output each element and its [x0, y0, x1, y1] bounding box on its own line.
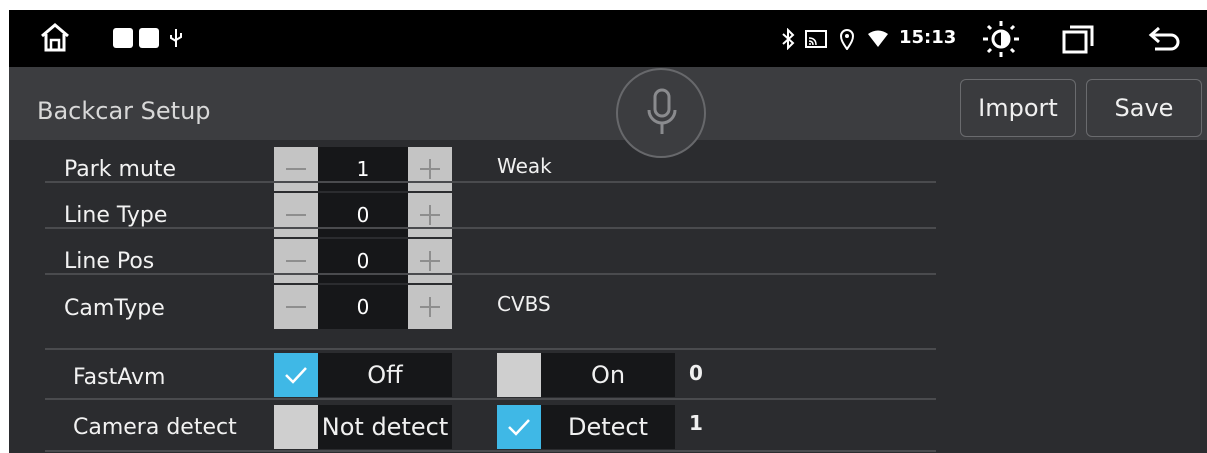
minus-icon	[286, 260, 306, 262]
notification-square-icon	[139, 28, 159, 48]
row-divider	[45, 227, 936, 229]
minus-icon	[286, 214, 306, 216]
option-label: Off	[318, 353, 452, 397]
fastavm-label: FastAvm	[73, 365, 166, 390]
camera-detect-label: Camera detect	[73, 415, 237, 440]
camera-detect-value: 1	[689, 411, 703, 435]
checkbox-checked[interactable]	[497, 405, 541, 449]
increment-button[interactable]	[408, 147, 452, 191]
plus-icon	[420, 251, 440, 271]
home-icon[interactable]	[38, 22, 72, 54]
cam-type-stepper: 0	[274, 285, 452, 329]
brightness-icon[interactable]	[982, 20, 1020, 58]
fastavm-value: 0	[689, 361, 703, 385]
fastavm-on-option[interactable]: On	[497, 353, 675, 397]
checkmark-icon	[285, 367, 307, 384]
line-pos-stepper: 0	[274, 239, 452, 283]
recent-apps-icon[interactable]	[1062, 24, 1094, 54]
decrement-button[interactable]	[274, 147, 318, 191]
status-bar: 15:13	[9, 10, 1207, 67]
park-mute-stepper: 1	[274, 147, 452, 191]
import-button[interactable]: Import	[960, 79, 1076, 137]
checkmark-icon	[508, 419, 530, 436]
back-icon[interactable]	[1147, 24, 1183, 54]
camera-not-detect-option[interactable]: Not detect	[274, 405, 452, 449]
stepper-value: 0	[318, 193, 408, 237]
plus-icon	[420, 297, 440, 317]
location-icon	[839, 29, 855, 50]
app-window: 15:13 Backcar Setup Import Save Park mut…	[9, 10, 1207, 453]
fastavm-off-option[interactable]: Off	[274, 353, 452, 397]
park-mute-label: Park mute	[64, 157, 177, 182]
checkbox-unchecked[interactable]	[497, 353, 541, 397]
cam-type-info: CVBS	[497, 292, 551, 316]
camera-detect-option[interactable]: Detect	[497, 405, 675, 449]
option-label: Detect	[541, 405, 675, 449]
row-divider	[45, 398, 936, 400]
row-divider	[45, 273, 936, 275]
line-pos-label: Line Pos	[64, 249, 155, 274]
notification-square-icon	[113, 28, 133, 48]
option-label: Not detect	[318, 405, 452, 449]
minus-icon	[286, 168, 306, 170]
checkbox-checked[interactable]	[274, 353, 318, 397]
title-bar: Backcar Setup Import Save	[9, 67, 1207, 140]
microphone-icon	[647, 88, 677, 134]
line-type-label: Line Type	[64, 203, 168, 228]
stepper-value: 1	[318, 147, 408, 191]
save-button[interactable]: Save	[1086, 79, 1202, 137]
line-type-stepper: 0	[274, 193, 452, 237]
increment-button[interactable]	[408, 193, 452, 237]
cam-type-label: CamType	[64, 296, 165, 321]
plus-icon	[420, 159, 440, 179]
stepper-value: 0	[318, 285, 408, 329]
decrement-button[interactable]	[274, 239, 318, 283]
usb-icon	[170, 29, 182, 47]
page-title: Backcar Setup	[37, 97, 211, 125]
stepper-value: 0	[318, 239, 408, 283]
cast-icon	[805, 30, 827, 48]
plus-icon	[420, 205, 440, 225]
increment-button[interactable]	[408, 285, 452, 329]
decrement-button[interactable]	[274, 193, 318, 237]
bluetooth-icon	[782, 28, 795, 50]
checkbox-unchecked[interactable]	[274, 405, 318, 449]
row-divider	[45, 348, 936, 350]
option-label: On	[541, 353, 675, 397]
wifi-icon	[868, 30, 888, 47]
increment-button[interactable]	[408, 239, 452, 283]
row-divider	[45, 181, 936, 183]
clock: 15:13	[899, 27, 957, 48]
row-divider	[45, 450, 936, 452]
voice-button[interactable]	[616, 68, 706, 158]
park-mute-info: Weak	[497, 154, 552, 178]
minus-icon	[286, 306, 306, 308]
decrement-button[interactable]	[274, 285, 318, 329]
